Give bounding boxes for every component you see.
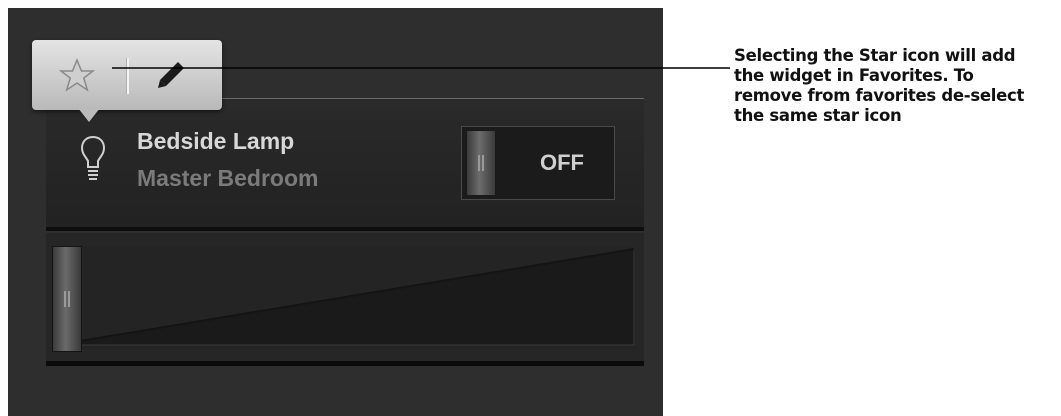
toolbar-pointer	[78, 108, 100, 122]
power-toggle[interactable]: OFF	[461, 126, 615, 200]
dimmer-slider-track[interactable]	[56, 247, 636, 349]
callout-line	[112, 67, 730, 69]
header-divider	[46, 227, 644, 231]
pencil-icon[interactable]	[154, 58, 188, 92]
annotation-text: Selecting the Star icon will add the wid…	[734, 46, 1059, 126]
annotation-line: the same star icon	[734, 106, 902, 125]
annotation-line: the widget in Favorites. To	[734, 66, 974, 85]
grip-icon	[64, 291, 70, 307]
dimmer-divider	[46, 361, 644, 366]
device-room: Master Bedroom	[137, 165, 319, 191]
toggle-state-label: OFF	[540, 150, 584, 175]
annotation-line: Selecting the Star icon will add	[734, 46, 1016, 65]
toolbar-separator	[126, 58, 129, 94]
star-icon[interactable]	[58, 57, 96, 93]
dimmer-slider-knob[interactable]	[52, 246, 82, 352]
device-name: Bedside Lamp	[137, 128, 295, 154]
lightbulb-icon	[80, 135, 106, 180]
screenshot-stage: Bedside Lamp Master Bedroom OFF Selectin…	[0, 0, 1061, 416]
grip-icon	[478, 155, 484, 171]
annotation-line: remove from favorites de-select	[734, 86, 1025, 105]
toggle-knob[interactable]	[466, 130, 496, 196]
